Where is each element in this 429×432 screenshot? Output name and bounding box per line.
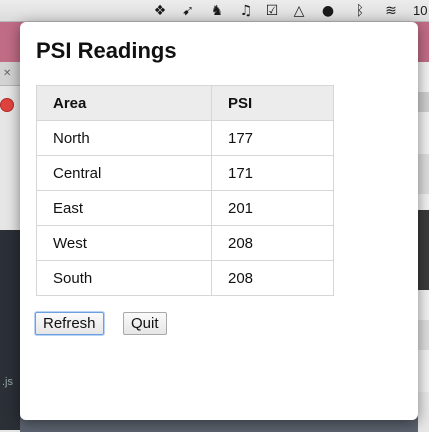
quit-button[interactable]: Quit <box>123 312 167 335</box>
table-row: East 201 <box>36 190 334 226</box>
table-row: South 208 <box>36 260 334 296</box>
column-header-psi: PSI <box>211 85 334 121</box>
background-fragment <box>418 154 429 194</box>
psi-cell: 201 <box>211 190 334 226</box>
table-header-row: Area PSI <box>36 85 334 121</box>
menu-bar: ❖ ➹ ♞ ♫ ☑ △ ● ᛒ ≋ 10 <box>0 0 429 22</box>
area-cell: North <box>36 120 212 156</box>
area-cell: South <box>36 260 212 296</box>
checkmark-icon[interactable]: ☑ <box>262 2 282 20</box>
dialog-title: PSI Readings <box>36 38 177 63</box>
background-window-left: ✕ .js <box>0 62 20 432</box>
background-window-right <box>418 62 429 432</box>
cat-icon[interactable]: ♞ <box>207 2 227 20</box>
stop-icon <box>0 98 14 112</box>
background-fragment <box>418 92 429 112</box>
battery-percentage[interactable]: 10 <box>413 3 427 18</box>
dropbox-icon[interactable]: ❖ <box>150 2 170 20</box>
table-row: Central 171 <box>36 155 334 191</box>
table-row: North 177 <box>36 120 334 156</box>
drive-icon[interactable]: △ <box>289 2 309 20</box>
area-cell: Central <box>36 155 212 191</box>
psi-dialog: PSI Readings Area PSI North 177 Central … <box>20 22 418 420</box>
wifi-icon[interactable]: ≋ <box>381 2 401 20</box>
hat-icon[interactable]: ● <box>318 2 338 20</box>
bird-icon[interactable]: ➹ <box>178 2 198 20</box>
background-fragment <box>418 320 429 350</box>
psi-cell: 208 <box>211 260 334 296</box>
area-cell: West <box>36 225 212 261</box>
bell-icon[interactable]: ♫ <box>236 2 256 20</box>
background-file-label: .js <box>2 376 13 388</box>
psi-cell: 177 <box>211 120 334 156</box>
refresh-button[interactable]: Refresh <box>35 312 104 335</box>
psi-table: Area PSI North 177 Central 171 East 201 … <box>36 85 334 296</box>
psi-cell: 208 <box>211 225 334 261</box>
bluetooth-icon[interactable]: ᛒ <box>350 2 370 20</box>
table-row: West 208 <box>36 225 334 261</box>
area-cell: East <box>36 190 212 226</box>
background-dark-panel <box>0 230 20 430</box>
background-fragment <box>418 392 429 432</box>
background-fragment <box>418 210 429 290</box>
psi-cell: 171 <box>211 155 334 191</box>
column-header-area: Area <box>36 85 212 121</box>
close-icon: ✕ <box>3 68 12 79</box>
